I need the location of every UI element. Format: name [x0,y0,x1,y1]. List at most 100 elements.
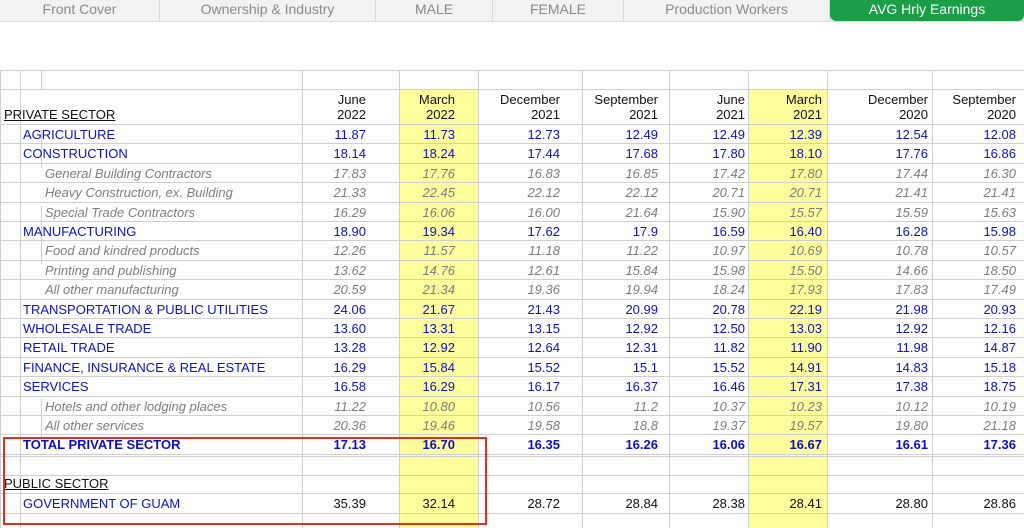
data-cell[interactable]: 10.69 [742,241,822,260]
data-cell[interactable]: 13.03 [742,319,822,338]
tab-front-cover[interactable]: Front Cover [0,0,160,21]
data-cell[interactable]: 13.31 [375,319,455,338]
data-cell[interactable]: 12.31 [578,338,658,357]
data-cell[interactable]: 17.42 [665,164,745,183]
data-cell[interactable]: 21.64 [578,203,658,222]
data-cell[interactable]: 17.93 [742,280,822,299]
data-cell[interactable]: 28.84 [578,494,658,513]
data-cell[interactable]: 15.84 [375,358,455,377]
data-cell[interactable]: 11.90 [742,338,822,357]
data-cell[interactable]: 28.80 [848,494,928,513]
data-cell[interactable]: 21.98 [848,300,928,319]
data-cell[interactable]: 19.36 [480,280,560,299]
row-label-manufacturing[interactable]: MANUFACTURING [23,222,136,241]
data-cell[interactable]: 10.56 [480,397,560,416]
data-cell[interactable]: 10.80 [375,397,455,416]
data-cell[interactable]: 14.87 [936,338,1016,357]
data-cell[interactable]: 12.08 [936,125,1016,144]
data-cell[interactable]: 11.98 [848,338,928,357]
data-cell[interactable]: 18.10 [742,144,822,163]
data-cell[interactable]: 13.60 [286,319,366,338]
data-cell[interactable]: 21.41 [848,183,928,202]
data-cell[interactable]: 18.90 [286,222,366,241]
data-cell[interactable]: 16.83 [480,164,560,183]
data-cell[interactable]: 15.57 [742,203,822,222]
data-cell[interactable]: 14.91 [742,358,822,377]
data-cell[interactable]: 12.92 [578,319,658,338]
data-cell[interactable]: 15.84 [578,261,658,280]
data-cell[interactable]: 11.73 [375,125,455,144]
row-label-transportation-and-public-utilities[interactable]: TRANSPORTATION & PUBLIC UTILITIES [23,300,268,319]
row-label-food-and-kindred-products[interactable]: Food and kindred products [45,241,200,260]
data-cell[interactable]: 10.37 [665,397,745,416]
data-cell[interactable]: 16.06 [375,203,455,222]
data-cell[interactable]: 16.26 [578,435,658,454]
data-cell[interactable]: 21.67 [375,300,455,319]
data-cell[interactable]: 17.31 [742,377,822,396]
data-cell[interactable]: 16.59 [665,222,745,241]
data-cell[interactable]: 17.44 [480,144,560,163]
data-cell[interactable]: 18.8 [578,416,658,435]
data-cell[interactable]: 22.45 [375,183,455,202]
data-cell[interactable]: 16.00 [480,203,560,222]
data-cell[interactable]: 16.29 [375,377,455,396]
data-cell[interactable]: 16.61 [848,435,928,454]
data-cell[interactable]: 17.80 [665,144,745,163]
data-cell[interactable]: 17.9 [578,222,658,241]
data-cell[interactable]: 15.98 [936,222,1016,241]
data-cell[interactable]: 16.67 [742,435,822,454]
data-cell[interactable]: 21.34 [375,280,455,299]
data-cell[interactable]: 16.40 [742,222,822,241]
data-cell[interactable]: 11.22 [286,397,366,416]
data-cell[interactable]: 22.12 [578,183,658,202]
data-cell[interactable]: 20.59 [286,280,366,299]
tab-ownership-industry[interactable]: Ownership & Industry [160,0,376,21]
data-cell[interactable]: 16.46 [665,377,745,396]
data-cell[interactable]: 22.12 [480,183,560,202]
data-cell[interactable]: 15.1 [578,358,658,377]
data-cell[interactable]: 15.52 [480,358,560,377]
row-label-heavy-construction-ex-building[interactable]: Heavy Construction, ex. Building [45,183,233,202]
data-cell[interactable]: 18.24 [665,280,745,299]
data-cell[interactable]: 15.52 [665,358,745,377]
data-cell[interactable]: 10.97 [665,241,745,260]
data-cell[interactable]: 20.93 [936,300,1016,319]
row-label-agriculture[interactable]: AGRICULTURE [23,125,115,144]
data-cell[interactable]: 19.58 [480,416,560,435]
data-cell[interactable]: 12.73 [480,125,560,144]
data-cell[interactable]: 19.37 [665,416,745,435]
data-cell[interactable]: 12.49 [665,125,745,144]
row-label-services[interactable]: SERVICES [23,377,89,396]
data-cell[interactable]: 11.2 [578,397,658,416]
tab-production-workers[interactable]: Production Workers [624,0,830,21]
data-cell[interactable]: 15.18 [936,358,1016,377]
data-cell[interactable]: 15.63 [936,203,1016,222]
row-label-special-trade-contractors[interactable]: Special Trade Contractors [45,203,195,222]
tab-avg-hrly-earnings[interactable]: AVG Hrly Earnings [830,0,1024,21]
data-cell[interactable]: 17.49 [936,280,1016,299]
data-cell[interactable]: 17.38 [848,377,928,396]
data-cell[interactable]: 16.06 [665,435,745,454]
row-label-construction[interactable]: CONSTRUCTION [23,144,128,163]
row-label-hotels-and-other-lodging-places[interactable]: Hotels and other lodging places [45,397,227,416]
row-label-all-other-services[interactable]: All other services [45,416,144,435]
data-cell[interactable]: 10.19 [936,397,1016,416]
data-cell[interactable]: 12.49 [578,125,658,144]
data-cell[interactable]: 12.92 [375,338,455,357]
data-cell[interactable]: 28.86 [936,494,1016,513]
data-cell[interactable]: 12.92 [848,319,928,338]
data-cell[interactable]: 12.61 [480,261,560,280]
data-cell[interactable]: 20.71 [665,183,745,202]
data-cell[interactable]: 17.83 [286,164,366,183]
data-cell[interactable]: 17.80 [742,164,822,183]
data-cell[interactable]: 19.94 [578,280,658,299]
data-cell[interactable]: 12.39 [742,125,822,144]
data-cell[interactable]: 16.30 [936,164,1016,183]
data-cell[interactable]: 12.16 [936,319,1016,338]
tab-female[interactable]: FEMALE [493,0,624,21]
data-cell[interactable]: 12.54 [848,125,928,144]
data-cell[interactable]: 11.57 [375,241,455,260]
data-cell[interactable]: 24.06 [286,300,366,319]
data-cell[interactable]: 10.78 [848,241,928,260]
data-cell[interactable]: 19.46 [375,416,455,435]
